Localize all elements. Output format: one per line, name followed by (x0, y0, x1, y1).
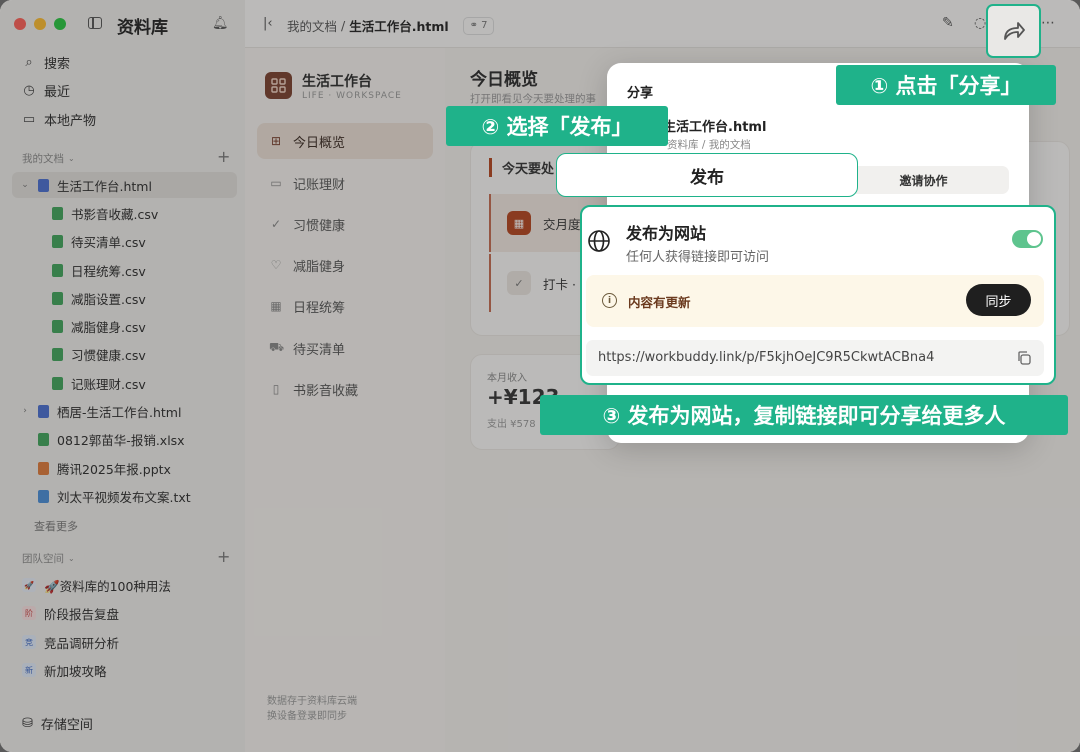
copy-icon[interactable] (1016, 350, 1032, 366)
sync-button[interactable]: 同步 (966, 284, 1031, 316)
share-button[interactable] (986, 4, 1041, 58)
update-banner: i 内容有更新 同步 (586, 275, 1044, 327)
publish-website-card: 发布为网站 任何人获得链接即可访问 i 内容有更新 同步 https://wor… (580, 205, 1056, 385)
share-file-path: 资料库 / 我的文档 (667, 139, 751, 151)
share-file-name: 生活工作台.html (663, 120, 767, 135)
tab-publish[interactable]: 发布 (556, 153, 858, 197)
tab-invite[interactable]: 邀请协作 (838, 166, 1009, 194)
info-icon: i (602, 293, 617, 308)
globe-icon (588, 230, 610, 252)
public-link-field[interactable]: https://workbuddy.link/p/F5kjhOeJC9R5Ckw… (586, 340, 1044, 376)
step2-callout: ② 选择「发布」 (446, 106, 668, 146)
update-text: 内容有更新 (628, 295, 691, 310)
share-icon (1003, 22, 1025, 40)
step3-callout: ③ 发布为网站，复制链接即可分享给更多人 (540, 395, 1068, 435)
step1-callout: ① 点击「分享」 (836, 65, 1056, 105)
publish-toggle[interactable] (1012, 230, 1043, 248)
app-window: 资料库 🔔︎ ⌕ 搜索 ◷ 最近 ▭ 本地产物 我的文档 ⌄ + ⌄ 生活工作台.html 书… (0, 0, 1080, 752)
publish-title: 发布为网站 (626, 224, 707, 243)
public-link-text[interactable]: https://workbuddy.link/p/F5kjhOeJC9R5Ckw… (598, 350, 934, 365)
share-panel-title: 分享 (627, 86, 654, 101)
publish-description: 任何人获得链接即可访问 (626, 250, 770, 265)
